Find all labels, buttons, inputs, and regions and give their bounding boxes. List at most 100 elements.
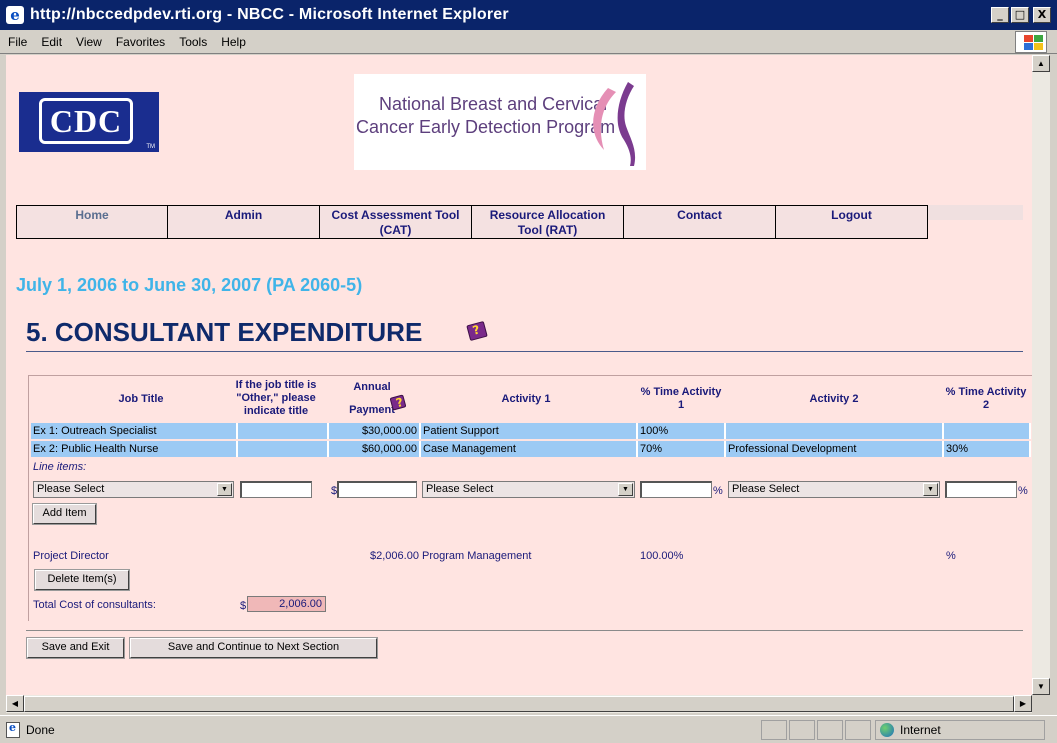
consultant-table: [28, 375, 1032, 621]
status-panel: [817, 719, 843, 740]
cdc-logo-tm: TM: [146, 144, 155, 150]
scroll-left-icon[interactable]: ◀: [6, 695, 24, 712]
window-titlebar: e http://nbccedpdev.rti.org - NBCC - Mic…: [0, 0, 1057, 30]
example-job: Ex 1: Outreach Specialist: [31, 423, 238, 439]
example-pct-2: 30%: [944, 441, 1031, 457]
page-viewport: CDC TM National Breast and Cervical Canc…: [6, 55, 1032, 695]
menu-favorites[interactable]: Favorites: [116, 35, 165, 49]
example-pct-2: [944, 423, 1031, 439]
save-and-exit-button[interactable]: Save and Exit: [26, 637, 125, 659]
menu-file[interactable]: File: [8, 35, 27, 49]
pct-activity-2-input[interactable]: [945, 481, 1017, 498]
nbccedp-logo-line1: National Breast and Cervical: [379, 94, 608, 114]
activity-2-select[interactable]: Please Select ▼: [728, 481, 940, 498]
minimize-button[interactable]: _: [991, 7, 1009, 23]
nav-logout[interactable]: Logout: [776, 205, 928, 239]
vertical-scrollbar[interactable]: ▲ ▼: [1032, 55, 1050, 695]
nav-cat-label: Cost Assessment Tool: [331, 208, 460, 222]
activity-1-select[interactable]: Please Select ▼: [422, 481, 635, 498]
divider: [26, 351, 1023, 352]
globe-icon: [880, 722, 894, 737]
total-cost-label: Total Cost of consultants:: [33, 599, 156, 611]
header-pct-1-l2: 1: [677, 399, 685, 411]
nav-bar-filler: [928, 205, 1023, 220]
save-and-continue-button[interactable]: Save and Continue to Next Section: [129, 637, 378, 659]
example-activity-2: [726, 423, 944, 439]
menu-help[interactable]: Help: [221, 35, 246, 49]
header-pct-2: % Time Activity 2: [936, 386, 1032, 412]
cdc-logo-text: CDC: [39, 98, 133, 144]
horizontal-scrollbar[interactable]: ◀ ▶: [6, 695, 1032, 713]
nav-home-label: Home: [75, 208, 109, 222]
header-pct-2-l1: % Time Activity: [945, 386, 1027, 398]
header-other-title-l2: "Other," please: [236, 392, 316, 404]
job-title-select[interactable]: Please Select ▼: [33, 481, 234, 498]
nav-rat[interactable]: Resource Allocation Tool (RAT): [472, 205, 624, 239]
ie-icon: e: [6, 6, 24, 24]
close-button[interactable]: X: [1033, 7, 1051, 23]
example-activity-1: Patient Support: [421, 423, 638, 439]
activity-2-select-value: Please Select: [732, 483, 800, 495]
delete-items-button[interactable]: Delete Item(s): [34, 569, 130, 591]
header-annual-l1: Annual: [353, 381, 391, 393]
help-book-icon[interactable]: [466, 320, 488, 342]
saved-activity-1: Program Management: [422, 550, 532, 562]
nav-contact-label: Contact: [677, 208, 722, 222]
nav-logout-label: Logout: [831, 208, 872, 222]
example-pct-1: 70%: [638, 441, 726, 457]
period-heading: July 1, 2006 to June 30, 2007 (PA 2060-5…: [16, 275, 363, 295]
header-pct-1: % Time Activity 1: [631, 386, 731, 412]
status-text: Done: [26, 722, 55, 737]
example-payment: $60,000.00: [329, 441, 421, 457]
total-dollar-sign: $: [240, 600, 247, 612]
window-title: http://nbccedpdev.rti.org - NBCC - Micro…: [30, 6, 509, 23]
scroll-down-icon[interactable]: ▼: [1032, 678, 1050, 695]
annual-payment-input[interactable]: [337, 481, 417, 498]
nav-admin[interactable]: Admin: [168, 205, 320, 239]
header-pct-1-l1: % Time Activity: [640, 386, 722, 398]
nav-home[interactable]: Home: [16, 205, 168, 239]
divider: [26, 630, 1023, 631]
page-title: 5. CONSULTANT EXPENDITURE: [26, 317, 423, 347]
example-other: [238, 441, 329, 457]
maximize-button[interactable]: □: [1011, 7, 1029, 23]
nav-bar: Home Admin Cost Assessment Tool (CAT) Re…: [16, 205, 928, 239]
nav-contact[interactable]: Contact: [624, 205, 776, 239]
windows-logo-icon: [1015, 31, 1047, 53]
line-items-label: Line items:: [33, 461, 87, 473]
cdc-logo: CDC TM: [19, 92, 159, 152]
scroll-right-icon[interactable]: ▶: [1014, 695, 1032, 712]
total-cost-value: 2,006.00: [247, 596, 326, 612]
nbccedp-logo: National Breast and Cervical Cancer Earl…: [354, 74, 646, 170]
pct-activity-1-input[interactable]: [640, 481, 712, 498]
header-pct-2-l2: 2: [982, 399, 990, 411]
header-other-title-l1: If the job title is: [235, 379, 317, 391]
nav-cat[interactable]: Cost Assessment Tool (CAT): [320, 205, 472, 239]
example-row-1: Ex 1: Outreach Specialist $30,000.00 Pat…: [31, 423, 1031, 439]
menu-view[interactable]: View: [76, 35, 102, 49]
nbccedp-logo-line2: Cancer Early Detection Program: [356, 117, 616, 137]
nav-admin-label: Admin: [224, 208, 263, 222]
add-item-button[interactable]: Add Item: [32, 503, 97, 525]
status-bar: Done Internet: [0, 715, 1057, 743]
activity-1-select-value: Please Select: [426, 483, 494, 495]
help-book-icon[interactable]: [389, 394, 407, 411]
example-payment: $30,000.00: [329, 423, 421, 439]
other-title-input[interactable]: [240, 481, 312, 498]
saved-pct-2: %: [946, 550, 956, 562]
scroll-thumb[interactable]: [24, 696, 1014, 712]
saved-payment: $2,006.00: [370, 550, 419, 562]
status-panel: [789, 719, 815, 740]
menu-tools[interactable]: Tools: [179, 35, 207, 49]
example-row-2: Ex 2: Public Health Nurse $60,000.00 Cas…: [31, 441, 1031, 457]
menu-edit[interactable]: Edit: [41, 35, 62, 49]
header-annual-l2: Payment: [349, 404, 395, 416]
scroll-up-icon[interactable]: ▲: [1032, 55, 1050, 72]
header-activity-2: Activity 2: [809, 393, 859, 405]
example-activity-2: Professional Development: [726, 441, 944, 457]
job-title-select-value: Please Select: [37, 483, 105, 495]
nav-cat-label-2: (CAT): [379, 223, 412, 237]
chevron-down-icon: ▼: [923, 483, 938, 496]
ribbon-icon: [593, 82, 636, 166]
menu-bar: File Edit View Favorites Tools Help: [0, 30, 1057, 54]
